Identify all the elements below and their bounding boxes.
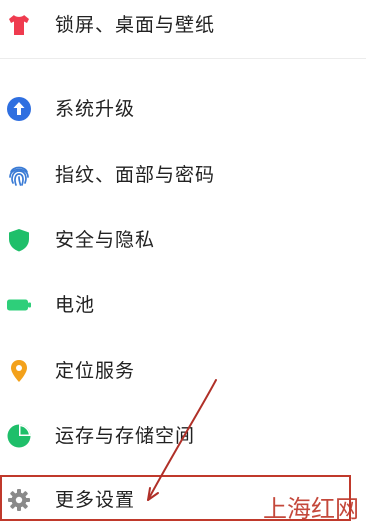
gear-icon	[8, 489, 30, 511]
battery-icon	[7, 299, 31, 311]
settings-item-label: 指纹、面部与密码	[55, 164, 216, 186]
settings-list: 锁屏、桌面与壁纸 系统升级 指纹、面部与密码 安全与隐私 电池 定位服务 运存与…	[0, 0, 366, 530]
settings-item-battery[interactable]: 电池	[0, 280, 366, 328]
settings-item-ram-storage[interactable]: 运存与存储空间	[0, 411, 366, 459]
pie-chart-icon	[7, 424, 31, 448]
settings-item-lockscreen-wallpaper[interactable]: 锁屏、桌面与壁纸	[0, 0, 366, 48]
settings-item-label: 运存与存储空间	[55, 425, 196, 447]
location-pin-icon	[11, 360, 27, 382]
settings-item-fingerprint-face-password[interactable]: 指纹、面部与密码	[0, 150, 366, 198]
tshirt-icon	[9, 15, 29, 35]
settings-item-location-services[interactable]: 定位服务	[0, 346, 366, 394]
settings-item-label: 安全与隐私	[55, 229, 156, 251]
settings-item-label: 锁屏、桌面与壁纸	[55, 14, 216, 36]
settings-item-security-privacy[interactable]: 安全与隐私	[0, 215, 366, 263]
settings-item-label: 系统升级	[55, 98, 136, 120]
shield-icon	[9, 229, 29, 252]
settings-item-system-upgrade[interactable]: 系统升级	[0, 84, 366, 132]
settings-item-label: 更多设置	[55, 489, 136, 511]
watermark-text: 上海红网	[263, 495, 359, 523]
group-divider	[0, 58, 366, 59]
settings-item-label: 电池	[55, 294, 96, 316]
upgrade-arrow-icon	[7, 97, 31, 121]
fingerprint-icon	[9, 166, 29, 186]
settings-item-label: 定位服务	[55, 360, 136, 382]
